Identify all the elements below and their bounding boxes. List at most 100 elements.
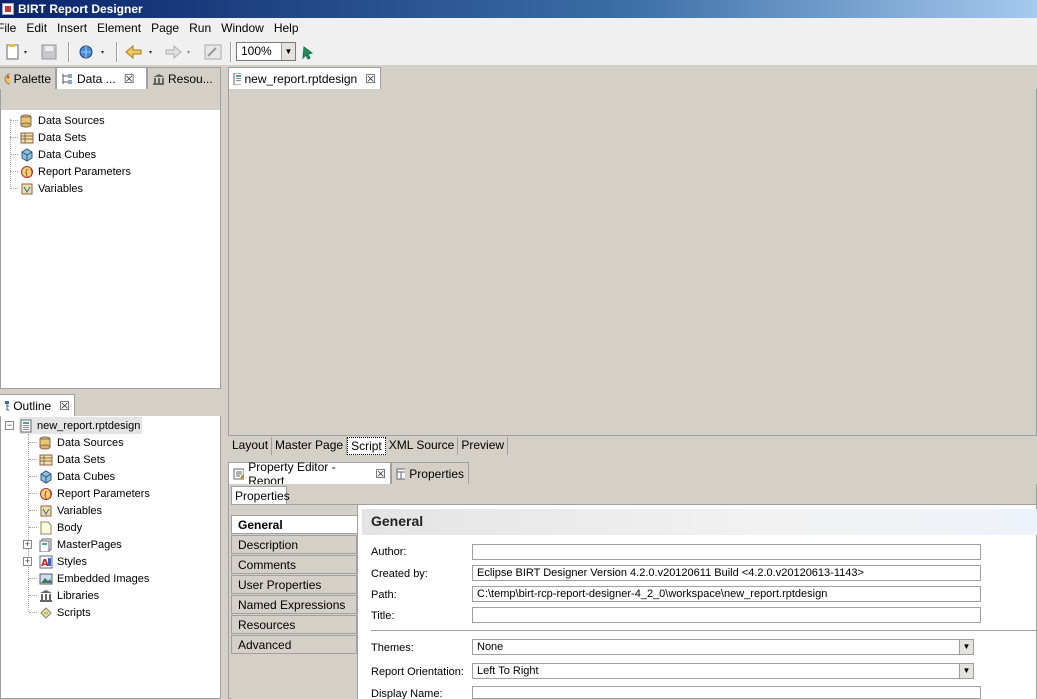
report-orientation-select[interactable]: Left To Right ▼	[472, 663, 974, 679]
forward-arrow-icon	[165, 44, 190, 60]
zoom-value: 100%	[241, 44, 272, 58]
editor-canvas[interactable]	[228, 89, 1037, 436]
tree-item-data-cubes[interactable]: Data Cubes	[7, 146, 96, 163]
author-label: Author:	[371, 546, 407, 558]
menu-page[interactable]: Page	[146, 21, 184, 35]
tree-item-report-parameters[interactable]: {} Report Parameters	[7, 163, 131, 180]
section-heading: General	[362, 509, 1037, 535]
tree-item-variables[interactable]: Variables	[7, 180, 83, 197]
menu-element[interactable]: Element	[92, 21, 146, 35]
data-cube-icon	[39, 469, 53, 484]
report-orientation-value: Left To Right	[477, 665, 539, 677]
outline-item-data-cubes[interactable]: Data Cubes	[29, 468, 115, 485]
outline-panel: − new_report.rptdesign Data Sources Data…	[0, 416, 221, 699]
toggle-breadcrumb-button[interactable]	[202, 42, 224, 62]
menu-bar: File Edit Insert Element Page Run Window…	[0, 18, 1037, 38]
menu-window[interactable]: Window	[216, 21, 269, 35]
outline-item-label: Body	[57, 521, 83, 534]
chevron-down-icon[interactable]: ▼	[959, 640, 973, 654]
tab-master-page[interactable]: Master Page	[272, 437, 348, 455]
tree-item-data-sets[interactable]: Data Sets	[7, 129, 86, 146]
image-icon	[39, 572, 53, 586]
tab-outline[interactable]: Outline ☒	[0, 394, 75, 416]
outline-root-label: new_report.rptdesign	[37, 419, 141, 432]
zoom-combo[interactable]: 100% ▼	[236, 42, 296, 61]
editor-bottom-tabs: Layout Master Page Script XML Source Pre…	[229, 437, 509, 455]
svg-text:A: A	[41, 558, 49, 569]
close-icon[interactable]: ☒	[59, 399, 70, 413]
report-design-icon	[233, 72, 241, 85]
category-general[interactable]: General	[231, 515, 357, 534]
globe-run-icon	[79, 45, 104, 59]
menu-run[interactable]: Run	[184, 21, 216, 35]
new-report-button[interactable]	[3, 42, 31, 62]
display-name-input[interactable]	[472, 686, 981, 699]
tab-resource-explorer[interactable]: Resou...	[147, 67, 221, 89]
themes-select[interactable]: None ▼	[472, 639, 974, 655]
category-user-properties[interactable]: User Properties	[231, 575, 357, 594]
created-by-input[interactable]: Eclipse BIRT Designer Version 4.2.0.v201…	[472, 565, 981, 581]
outline-item-libraries[interactable]: Libraries	[29, 587, 99, 604]
category-comments[interactable]: Comments	[231, 555, 357, 574]
path-input[interactable]: C:\temp\birt-rcp-report-designer-4_2_0\w…	[472, 586, 981, 602]
sash-vertical[interactable]	[221, 67, 228, 699]
outline-item-scripts[interactable]: Scripts	[29, 604, 91, 621]
outline-root[interactable]: new_report.rptdesign	[19, 417, 143, 434]
parameter-icon: {}	[39, 487, 53, 501]
preview-web-button[interactable]	[76, 42, 110, 62]
tree-item-label: Report Parameters	[38, 165, 131, 178]
menu-insert[interactable]: Insert	[52, 21, 92, 35]
tab-palette[interactable]: Palette	[0, 67, 56, 89]
window-title: BIRT Report Designer	[18, 2, 143, 16]
outline-item-data-sets[interactable]: Data Sets	[29, 451, 105, 468]
chevron-down-icon[interactable]: ▼	[959, 664, 973, 678]
outline-item-report-parameters[interactable]: {} Report Parameters	[29, 485, 150, 502]
menu-file[interactable]: File	[0, 21, 21, 35]
tab-preview[interactable]: Preview	[458, 437, 509, 455]
library-icon	[39, 589, 53, 603]
outline-item-variables[interactable]: Variables	[29, 502, 102, 519]
outline-item-data-sources[interactable]: Data Sources	[29, 434, 124, 451]
tab-script[interactable]: Script	[347, 437, 386, 455]
outline-item-styles[interactable]: A Styles	[29, 553, 87, 570]
forward-button[interactable]	[160, 42, 196, 62]
title-input[interactable]	[472, 607, 981, 623]
master-page-icon	[39, 538, 53, 552]
editor-tab-label: new_report.rptdesign	[244, 71, 358, 86]
close-icon[interactable]: ☒	[375, 467, 386, 481]
category-advanced[interactable]: Advanced	[231, 635, 357, 654]
close-icon[interactable]: ☒	[124, 72, 135, 86]
themes-value: None	[477, 641, 504, 653]
category-description[interactable]: Description	[231, 535, 357, 554]
save-button[interactable]	[38, 42, 60, 62]
category-resources[interactable]: Resources	[231, 615, 357, 634]
outline-item-masterpages[interactable]: MasterPages	[29, 536, 122, 553]
tab-data-explorer[interactable]: Data ... ☒	[56, 67, 147, 89]
outline-item-label: Data Cubes	[57, 470, 116, 483]
tab-property-editor[interactable]: Property Editor - Report ☒	[228, 460, 391, 488]
tab-editor-report[interactable]: new_report.rptdesign ☒	[228, 67, 381, 89]
data-source-icon	[39, 436, 53, 450]
back-button[interactable]	[122, 42, 158, 62]
menu-edit[interactable]: Edit	[21, 21, 52, 35]
body-icon	[39, 521, 53, 535]
menu-help[interactable]: Help	[269, 21, 304, 35]
chevron-down-icon[interactable]: ▼	[281, 43, 295, 60]
zoom-tool-button[interactable]	[300, 42, 318, 62]
subtab-properties[interactable]: Properties	[231, 486, 290, 505]
styles-icon: A	[39, 555, 53, 569]
property-editor-tabbar: Property Editor - Report ☒ Properties	[228, 460, 1037, 488]
tree-item-data-sources[interactable]: Data Sources	[7, 112, 105, 129]
outline-item-embedded-images[interactable]: Embedded Images	[29, 570, 149, 587]
tab-properties[interactable]: Properties	[391, 462, 469, 484]
collapse-icon[interactable]: −	[5, 421, 14, 430]
tab-layout[interactable]: Layout	[229, 437, 273, 455]
script-icon	[39, 606, 53, 620]
outline-item-label: Libraries	[57, 589, 100, 602]
window-titlebar: BIRT Report Designer	[0, 0, 1037, 18]
author-input[interactable]	[472, 544, 981, 560]
outline-item-body[interactable]: Body	[29, 519, 82, 536]
close-icon[interactable]: ☒	[365, 72, 376, 86]
tab-xml-source[interactable]: XML Source	[386, 437, 459, 455]
category-named-expressions[interactable]: Named Expressions	[231, 595, 357, 614]
